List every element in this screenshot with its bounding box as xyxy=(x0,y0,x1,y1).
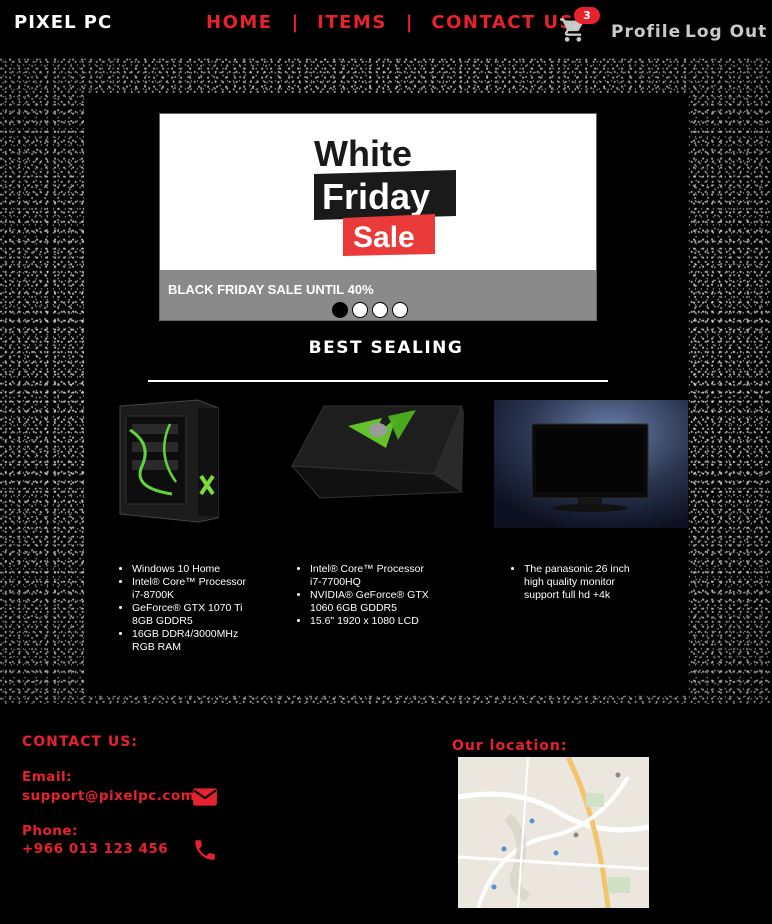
spec-item: Windows 10 Home xyxy=(132,563,252,576)
product-1-specs: Windows 10 Home Intel® Core™ Processor i… xyxy=(116,563,252,654)
white-friday-sale-graphic: White Friday Sale xyxy=(160,114,596,270)
desktop-pc-image[interactable] xyxy=(112,394,230,524)
email-value[interactable]: support@pixelpc.com xyxy=(22,788,195,804)
slide-caption-bar: BLACK FRIDAY SALE UNTIL 40% xyxy=(160,270,596,320)
phone-label: Phone: xyxy=(22,823,78,839)
slider-dot-1[interactable] xyxy=(332,302,348,318)
cart-count-badge: 3 xyxy=(574,7,600,24)
map-graphic xyxy=(458,757,649,908)
sale-graphic-white-text: White xyxy=(314,133,412,174)
mail-icon[interactable] xyxy=(192,786,218,808)
best-selling-title: BEST SEALING xyxy=(308,338,464,358)
spec-item: Intel® Core™ Processor i7-7700HQ xyxy=(310,563,430,589)
nav-home-link[interactable]: HOME xyxy=(206,12,273,33)
top-header: PIXEL PC HOME | ITEMS | CONTACT US 3 Pro… xyxy=(0,0,772,58)
location-heading: Our location: xyxy=(452,738,568,754)
slider-dot-3[interactable] xyxy=(372,302,388,318)
promo-slider[interactable]: White Friday Sale BLACK FRIDAY SALE UNTI… xyxy=(159,113,597,321)
spec-item: 15.6" 1920 x 1080 LCD xyxy=(310,615,430,628)
contact-heading: CONTACT US: xyxy=(22,734,138,750)
email-label: Email: xyxy=(22,769,73,785)
slider-dot-4[interactable] xyxy=(392,302,408,318)
spec-item: NVIDIA® GeForce® GTX 1060 6GB GDDR5 xyxy=(310,589,430,615)
logout-link[interactable]: Log Out xyxy=(685,22,767,42)
brand-logo[interactable]: PIXEL PC xyxy=(14,12,112,33)
spec-item: Intel® Core™ Processor i7-8700K xyxy=(132,576,252,602)
spec-item: The panasonic 26 inch high quality monit… xyxy=(524,563,644,602)
main-nav: HOME | ITEMS | CONTACT US xyxy=(206,12,574,33)
gaming-laptop-image[interactable] xyxy=(286,400,466,506)
slider-dots xyxy=(332,302,408,318)
nav-items-link[interactable]: ITEMS xyxy=(317,12,387,33)
slide-caption: BLACK FRIDAY SALE UNTIL 40% xyxy=(168,282,374,297)
nav-separator: | xyxy=(405,12,413,33)
nav-separator: | xyxy=(291,12,299,33)
spec-item: 16GB DDR4/3000MHz RGB RAM xyxy=(132,628,252,654)
nav-contact-link[interactable]: CONTACT US xyxy=(431,12,574,33)
section-divider xyxy=(148,380,608,382)
sale-graphic-friday-text: Friday xyxy=(322,176,430,217)
product-2-specs: Intel® Core™ Processor i7-7700HQ NVIDIA®… xyxy=(294,563,430,628)
slide-image: White Friday Sale xyxy=(160,114,596,270)
phone-icon[interactable] xyxy=(192,836,218,864)
sale-graphic-sale-text: Sale xyxy=(353,221,415,254)
location-map[interactable] xyxy=(458,757,649,908)
monitor-image[interactable] xyxy=(494,400,688,528)
profile-link[interactable]: Profile xyxy=(611,22,681,42)
phone-value[interactable]: +966 013 123 456 xyxy=(22,841,168,857)
spec-item: GeForce® GTX 1070 Ti 8GB GDDR5 xyxy=(132,602,252,628)
product-3-specs: The panasonic 26 inch high quality monit… xyxy=(508,563,644,602)
slider-dot-2[interactable] xyxy=(352,302,368,318)
